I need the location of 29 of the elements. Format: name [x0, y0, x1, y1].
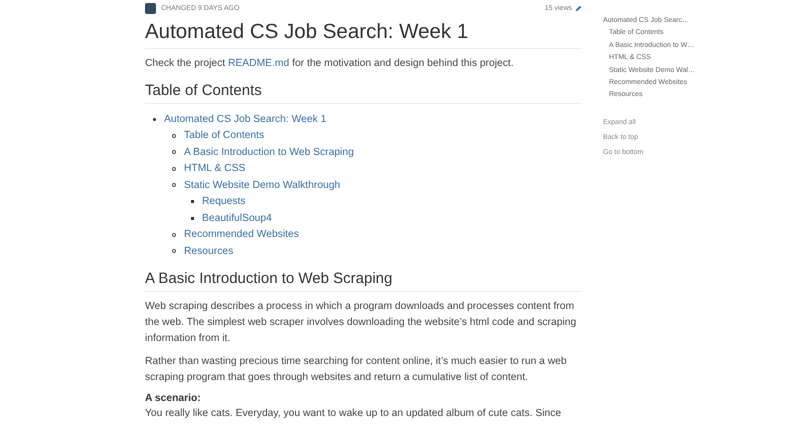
section-heading: Table of Contents: [145, 82, 582, 104]
bullet-icon: [172, 166, 176, 171]
toc-link[interactable]: Requests: [202, 196, 246, 208]
readme-link[interactable]: README.md: [228, 58, 290, 69]
subheading: A scenario:: [145, 392, 202, 406]
toc-link[interactable]: Table of Contents: [184, 130, 264, 142]
intro-text: Check the project README.md for the motivation and design behind this project.: [145, 57, 515, 71]
paragraph: You really like cats. Everyday, you want to wake up to an updated album of cute cats. Since: [145, 406, 562, 420]
toc-link[interactable]: BeautifulSoup4: [202, 212, 272, 224]
bullet-icon: [172, 232, 176, 237]
toc-link[interactable]: Static Website Demo Walkthrough: [184, 180, 340, 191]
toc-link[interactable]: Automated CS Job Search: Week 1: [164, 114, 326, 125]
bullet-icon: [191, 200, 194, 204]
bullet-icon: [153, 118, 156, 121]
toc-link[interactable]: Recommended Websites: [184, 229, 299, 240]
bullet-icon: [172, 150, 176, 154]
bullet-icon: [172, 134, 176, 138]
avatar-icon: [145, 3, 156, 14]
paragraph: Rather than wasting precious time searching for content online, it’s much easier to run a web scraping program that goes through websites and return a cumulative list of content.: [145, 354, 568, 384]
paragraph: Web scraping describes a process in which a program downloads and processes content from the web. The simplest web scraper involves downloading the website’s html code and scraping information from it.: [145, 300, 578, 346]
bullet-icon: [191, 216, 194, 220]
edit-icon[interactable]: [575, 5, 582, 12]
bullet-icon: [172, 183, 176, 188]
bullet-icon: [172, 249, 176, 254]
page-title: Automated CS Job Search: Week 1: [145, 20, 582, 49]
section-heading: A Basic Introduction to Web Scraping: [145, 270, 582, 292]
toc-link[interactable]: HTML & CSS: [184, 163, 246, 174]
toc-link[interactable]: A Basic Introduction to Web Scraping: [184, 146, 354, 158]
toc-link[interactable]: Resources: [184, 246, 234, 257]
